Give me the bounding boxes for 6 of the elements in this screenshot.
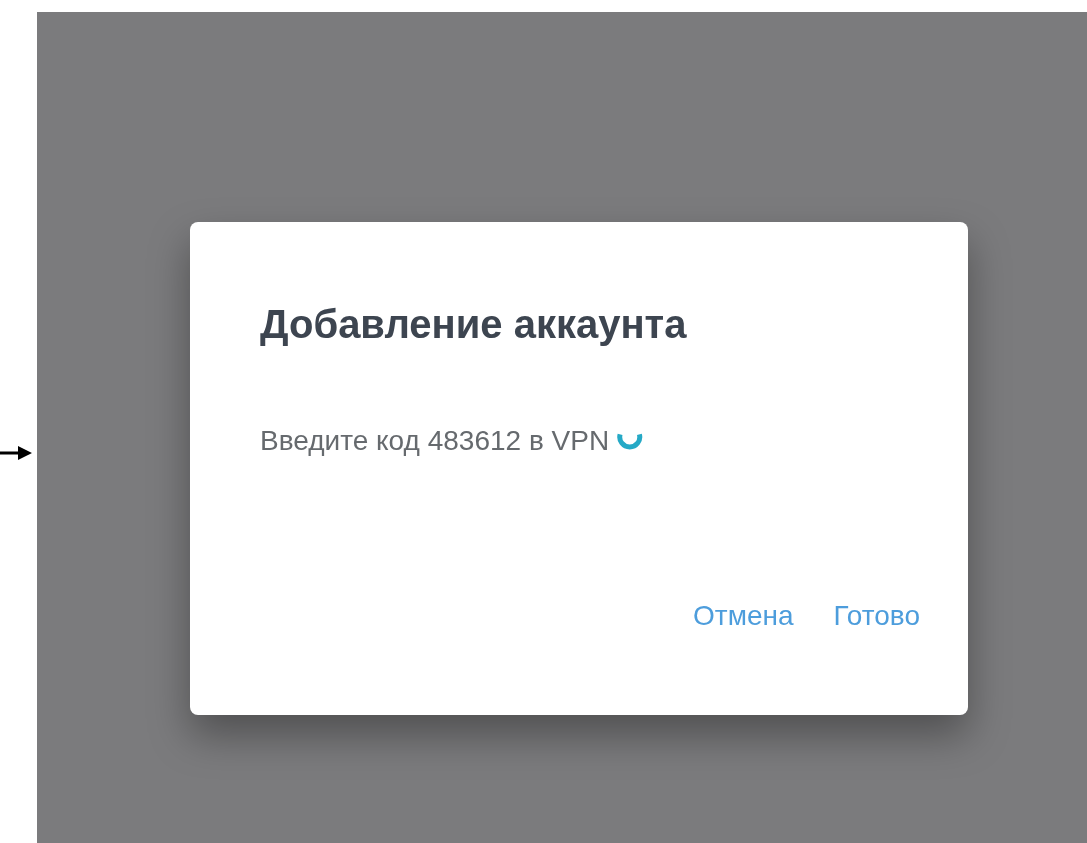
- loading-spinner-icon: [617, 432, 644, 450]
- arrow-icon: [0, 446, 32, 460]
- dialog-title: Добавление аккаунта: [260, 301, 688, 348]
- dialog-button[interactable]: Готово: [833, 596, 920, 636]
- dialog-message: Введите код 483612 в VPN: [260, 424, 610, 458]
- dialog-button[interactable]: Отмена: [693, 596, 794, 636]
